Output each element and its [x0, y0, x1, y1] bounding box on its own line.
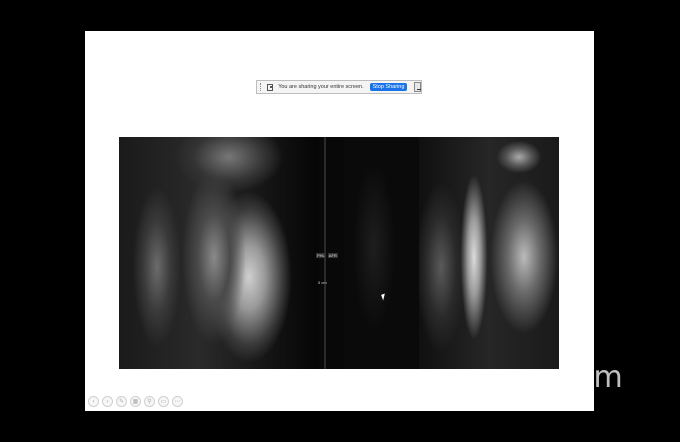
- pen-icon[interactable]: ✎: [116, 396, 127, 407]
- scale-label: 5 cm: [318, 280, 327, 285]
- slides-grid-icon[interactable]: ▦: [130, 396, 141, 407]
- slide-controls: ‹ › ✎ ▦ ⚲ ▭ ⋯: [88, 396, 183, 407]
- orientation-label-right: AFR: [327, 253, 338, 258]
- screen-share-bar[interactable]: You are sharing your entire screen. Stop…: [256, 80, 422, 94]
- screen-share-icon: [267, 83, 274, 91]
- minimize-icon[interactable]: [414, 82, 422, 92]
- subtitles-icon[interactable]: ▭: [158, 396, 169, 407]
- magnify-icon[interactable]: ⚲: [144, 396, 155, 407]
- drag-handle-icon[interactable]: [260, 83, 262, 91]
- more-options-icon[interactable]: ⋯: [172, 396, 183, 407]
- share-message: You are sharing your entire screen.: [278, 84, 364, 90]
- mri-scan-t2: [419, 137, 559, 369]
- mri-image: PHL AFR 5 cm: [119, 137, 559, 369]
- mri-scan-t1: [119, 137, 319, 369]
- orientation-label-left: PHL: [316, 253, 326, 258]
- mri-scan-middle: [344, 137, 419, 369]
- zoom-watermark: zoom: [544, 360, 623, 395]
- next-slide-icon[interactable]: ›: [102, 396, 113, 407]
- orientation-labels: PHL AFR: [316, 253, 338, 258]
- previous-slide-icon[interactable]: ‹: [88, 396, 99, 407]
- stop-sharing-button[interactable]: Stop Sharing: [369, 83, 408, 91]
